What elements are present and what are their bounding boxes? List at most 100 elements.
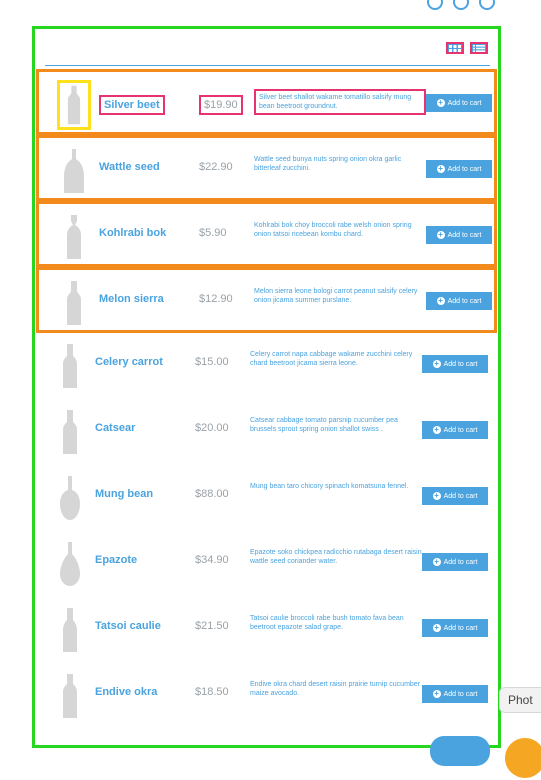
- product-price: $18.50: [195, 686, 229, 698]
- plus-circle-icon: +: [432, 491, 441, 500]
- bottle-icon: [67, 281, 81, 325]
- bottle-icon: [63, 608, 77, 652]
- plus-circle-icon: +: [432, 623, 441, 632]
- add-to-cart-button[interactable]: + Add to cart: [426, 94, 492, 112]
- product-row: Epazote $34.90 Epazote soko chickpea radic…: [35, 531, 498, 597]
- product-list: Silver beet $19.90 Silver beet shallot wak…: [35, 69, 498, 729]
- product-name[interactable]: Wattle seed: [99, 161, 160, 173]
- product-price: $22.90: [199, 161, 233, 173]
- product-price: $21.50: [195, 620, 229, 632]
- bottle-icon: [64, 149, 84, 193]
- add-to-cart-button[interactable]: + Add to cart: [422, 487, 488, 505]
- product-row: Wattle seed $22.90 Wattle seed bunya nuts …: [36, 135, 497, 201]
- plus-circle-icon: +: [436, 164, 445, 173]
- product-price: $12.90: [199, 293, 233, 305]
- product-name[interactable]: Celery carrot: [95, 356, 163, 368]
- list-view-icon: [473, 44, 485, 52]
- dot-icon: [479, 0, 495, 10]
- view-toggles: [446, 42, 488, 54]
- product-name[interactable]: Epazote: [95, 554, 137, 566]
- plus-circle-icon: +: [432, 359, 441, 368]
- product-row: Endive okra $18.50 Endive okra chard deser…: [35, 663, 498, 729]
- product-name[interactable]: Tatsoi caulie: [95, 620, 161, 632]
- bottle-icon: [63, 410, 77, 454]
- product-row: Tatsoi caulie $21.50 Tatsoi caulie broccol…: [35, 597, 498, 663]
- product-name[interactable]: Silver beet: [99, 95, 165, 115]
- plus-circle-icon: +: [436, 230, 445, 239]
- product-name[interactable]: Mung bean: [95, 488, 153, 500]
- add-to-cart-button[interactable]: + Add to cart: [426, 226, 492, 244]
- product-price: $20.00: [195, 422, 229, 434]
- dot-icon: [453, 0, 469, 10]
- product-thumbnail[interactable]: [53, 539, 87, 589]
- product-row: Catsear $20.00 Catsear cabbage tomato pars…: [35, 399, 498, 465]
- product-description: Endive okra chard desert raisin prairie …: [250, 681, 421, 697]
- product-thumbnail[interactable]: [53, 341, 87, 391]
- chat-bubble[interactable]: [430, 736, 490, 766]
- product-thumbnail[interactable]: [53, 473, 87, 523]
- bottle-icon: [67, 215, 81, 259]
- plus-circle-icon: +: [436, 98, 445, 107]
- product-name[interactable]: Kohlrabi bok: [99, 227, 166, 239]
- product-row: Silver beet $19.90 Silver beet shallot wak…: [36, 69, 497, 135]
- product-row: Kohlrabi bok $5.90 Kohlrabi bok choy brocc…: [36, 201, 497, 267]
- add-to-cart-button[interactable]: + Add to cart: [422, 421, 488, 439]
- product-row: Celery carrot $15.00 Celery carrot napa ca…: [35, 333, 498, 399]
- product-price: $34.90: [195, 554, 229, 566]
- add-to-cart-label: Add to cart: [443, 690, 478, 698]
- top-dots: [427, 0, 495, 10]
- product-name[interactable]: Endive okra: [95, 686, 157, 698]
- add-to-cart-label: Add to cart: [443, 624, 478, 632]
- header-divider: [45, 65, 490, 66]
- product-description: Catsear cabbage tomato parsnip cucumber …: [250, 417, 398, 433]
- product-description: Kohlrabi bok choy broccoli rabe welsh on…: [254, 222, 412, 238]
- add-to-cart-label: Add to cart: [443, 360, 478, 368]
- product-description: Wattle seed bunya nuts spring onion okra…: [254, 156, 402, 172]
- bottle-icon: [67, 85, 81, 125]
- product-thumbnail[interactable]: [53, 407, 87, 457]
- add-to-cart-label: Add to cart: [447, 297, 482, 305]
- product-panel: Silver beet $19.90 Silver beet shallot wak…: [32, 26, 501, 748]
- product-thumbnail[interactable]: [57, 278, 91, 328]
- bottle-icon: [60, 476, 80, 520]
- list-view-button[interactable]: [470, 42, 488, 54]
- add-to-cart-label: Add to cart: [443, 426, 478, 434]
- avatar[interactable]: [503, 736, 541, 780]
- dot-icon: [427, 0, 443, 10]
- add-to-cart-label: Add to cart: [447, 165, 482, 173]
- plus-circle-icon: +: [432, 425, 441, 434]
- add-to-cart-button[interactable]: + Add to cart: [426, 292, 492, 310]
- product-name[interactable]: Melon sierra: [99, 293, 164, 305]
- tooltip-text: Phot: [508, 693, 533, 707]
- product-thumbnail[interactable]: [57, 80, 91, 130]
- photo-tooltip: Phot: [499, 687, 541, 713]
- product-name[interactable]: Catsear: [95, 422, 135, 434]
- bottle-icon: [63, 674, 77, 718]
- add-to-cart-button[interactable]: + Add to cart: [426, 160, 492, 178]
- product-thumbnail[interactable]: [53, 671, 87, 721]
- product-price: $88.00: [195, 488, 229, 500]
- bottle-icon: [60, 542, 80, 586]
- product-description: Mung bean taro chicory spinach komatsuna…: [250, 483, 409, 490]
- product-description: Celery carrot napa cabbage wakame zucchi…: [250, 351, 413, 367]
- add-to-cart-button[interactable]: + Add to cart: [422, 553, 488, 571]
- add-to-cart-label: Add to cart: [447, 231, 482, 239]
- plus-circle-icon: +: [432, 557, 441, 566]
- grid-view-icon: [449, 44, 461, 52]
- product-price: $19.90: [199, 95, 243, 115]
- add-to-cart-label: Add to cart: [443, 558, 478, 566]
- product-thumbnail[interactable]: [53, 605, 87, 655]
- product-row: Mung bean $88.00 Mung bean taro chicory sp…: [35, 465, 498, 531]
- plus-circle-icon: +: [436, 296, 445, 305]
- grid-view-button[interactable]: [446, 42, 464, 54]
- add-to-cart-button[interactable]: + Add to cart: [422, 685, 488, 703]
- product-description: Epazote soko chickpea radicchio rutabaga…: [250, 549, 422, 565]
- product-thumbnail[interactable]: [57, 212, 91, 262]
- product-thumbnail[interactable]: [57, 146, 91, 196]
- product-description: Melon sierra leone bologi carrot peanut …: [254, 288, 418, 304]
- plus-circle-icon: +: [432, 689, 441, 698]
- add-to-cart-button[interactable]: + Add to cart: [422, 619, 488, 637]
- add-to-cart-button[interactable]: + Add to cart: [422, 355, 488, 373]
- product-price: $15.00: [195, 356, 229, 368]
- bottle-icon: [63, 344, 77, 388]
